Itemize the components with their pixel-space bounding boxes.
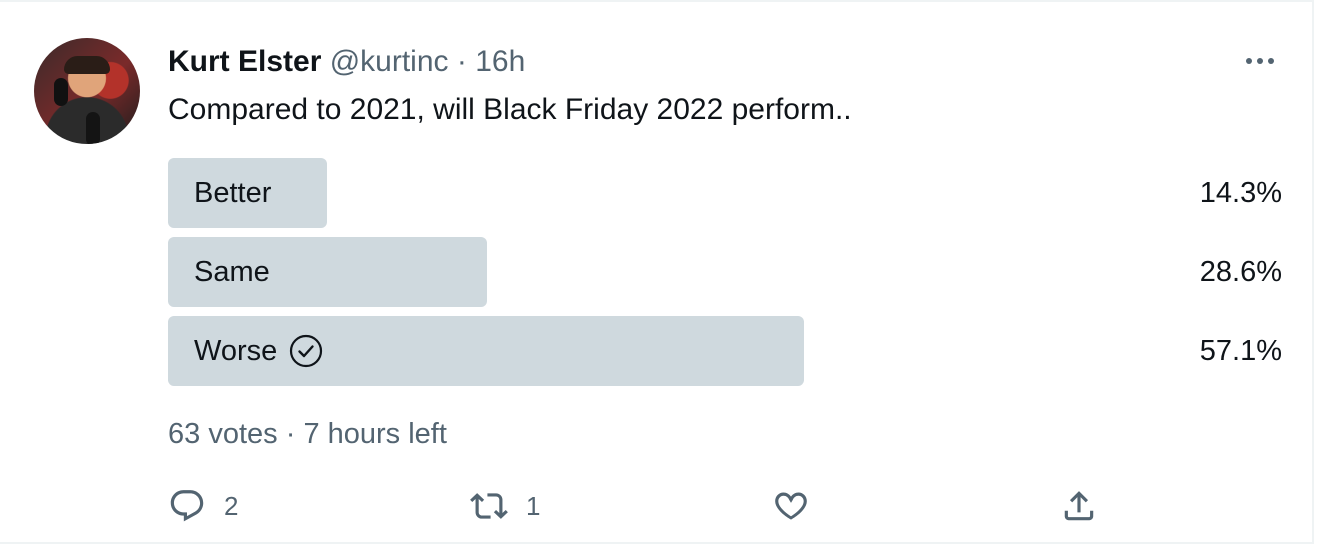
more-dot-icon	[1246, 58, 1252, 64]
poll-option-label: Worse	[194, 316, 323, 386]
retweet-icon	[470, 493, 508, 519]
header-separator: ·	[456, 45, 467, 78]
reply-count: 2	[224, 490, 239, 521]
author-name[interactable]: Kurt Elster	[168, 45, 321, 78]
heart-icon	[775, 492, 807, 520]
share-button[interactable]	[1060, 484, 1116, 528]
reply-button[interactable]: 2	[168, 484, 238, 528]
tweet-header: Kurt Elster @kurtinc · 16h	[168, 42, 525, 82]
tweet-text: Compared to 2021, will Black Friday 2022…	[168, 93, 852, 126]
reply-icon	[170, 490, 204, 522]
poll-option-label: Same	[194, 237, 270, 307]
poll-meta: 63 votes · 7 hours left	[168, 414, 447, 454]
poll-option-same[interactable]: Same 28.6%	[168, 237, 1282, 307]
avatar-hair	[64, 56, 110, 74]
poll-option-better[interactable]: Better 14.3%	[168, 158, 1282, 228]
poll-option-text: Worse	[194, 335, 278, 367]
retweet-button[interactable]: 1	[470, 484, 540, 528]
tweet-time[interactable]: 16h	[475, 45, 525, 78]
poll-votes: 63 votes	[168, 418, 278, 450]
more-dot-icon	[1268, 58, 1274, 64]
avatar-headphone	[54, 78, 68, 106]
tweet-actions: 2 1	[168, 484, 1128, 528]
avatar[interactable]	[34, 38, 140, 144]
more-options-button[interactable]	[1240, 48, 1280, 74]
poll-time-left: 7 hours left	[303, 418, 447, 450]
poll-option-text: Better	[194, 177, 272, 209]
poll: Better 14.3% Same 28.6% Worse 57.1%	[168, 158, 1282, 395]
more-dot-icon	[1257, 58, 1263, 64]
tweet-card[interactable]: Kurt Elster @kurtinc · 16h Compared to 2…	[0, 0, 1314, 544]
share-icon	[1064, 491, 1094, 521]
retweet-count: 1	[526, 490, 541, 521]
like-button[interactable]	[772, 484, 828, 528]
poll-option-text: Same	[194, 256, 270, 288]
poll-option-worse[interactable]: Worse 57.1%	[168, 316, 1282, 386]
poll-meta-separator: ·	[285, 418, 296, 450]
poll-option-percent: 57.1%	[1199, 335, 1282, 367]
avatar-microphone	[86, 112, 100, 144]
winner-check-icon	[290, 334, 323, 368]
poll-option-label: Better	[194, 158, 271, 228]
poll-option-percent: 28.6%	[1199, 256, 1282, 288]
poll-option-percent: 14.3%	[1199, 177, 1282, 209]
author-handle[interactable]: @kurtinc	[330, 45, 449, 78]
